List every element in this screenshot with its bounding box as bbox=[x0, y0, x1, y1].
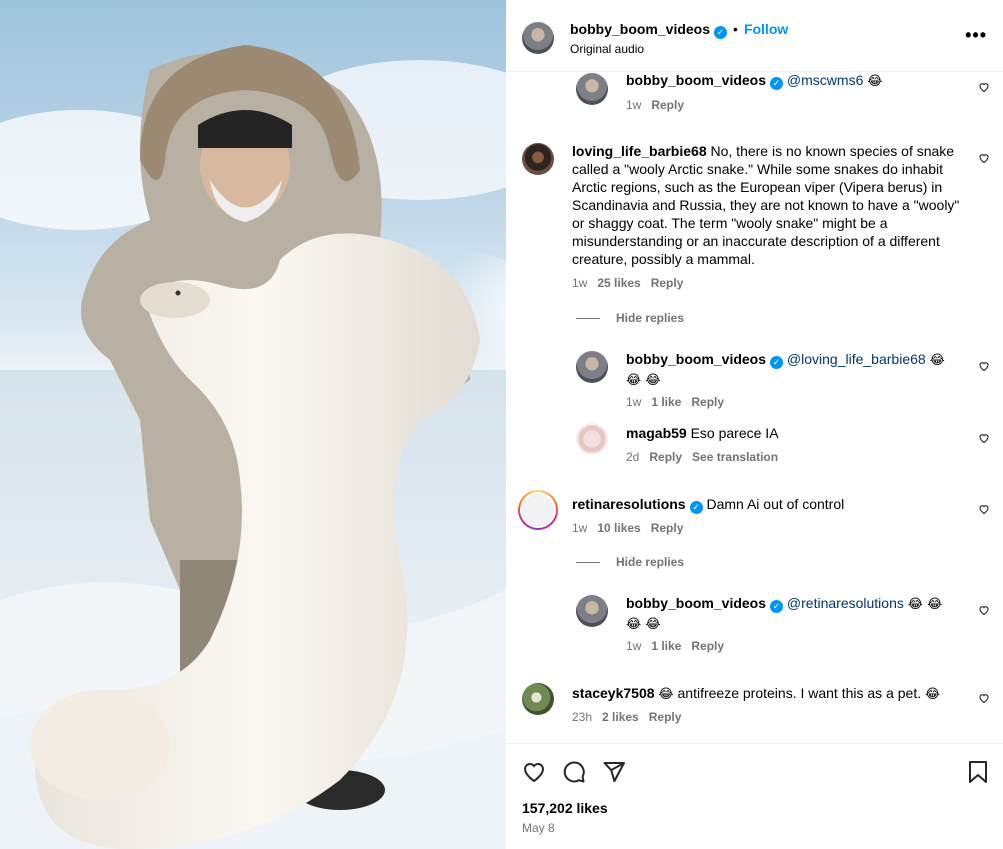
post-footer: 157,202 likes May 8 bbox=[506, 743, 1003, 849]
comment-username[interactable]: magab59 bbox=[626, 425, 687, 441]
share-icon[interactable] bbox=[602, 760, 626, 784]
comment-username[interactable]: bobby_boom_videos bbox=[626, 351, 766, 367]
reply-button[interactable]: Reply bbox=[651, 276, 684, 290]
comment-time[interactable]: 1w bbox=[572, 521, 587, 535]
hide-replies-line bbox=[576, 318, 600, 320]
hide-replies-label[interactable]: Hide replies bbox=[616, 555, 684, 569]
post-likes-count[interactable]: 157,202 likes bbox=[522, 800, 608, 816]
commenter-avatar[interactable] bbox=[576, 423, 608, 455]
comment-text: Damn Ai out of control bbox=[706, 496, 845, 512]
verified-badge-icon: ✓ bbox=[689, 501, 703, 514]
comment-text: No, there is no known species of snake c… bbox=[572, 143, 960, 267]
comment-username[interactable]: retinaresolutions bbox=[572, 496, 686, 512]
commenter-avatar-story-ring[interactable] bbox=[518, 490, 558, 530]
hide-replies-button[interactable]: Hide replies bbox=[576, 311, 684, 325]
reply-button[interactable]: Reply bbox=[691, 395, 724, 409]
comment-likes-count[interactable]: 2 likes bbox=[602, 710, 639, 724]
comment-username[interactable]: staceyk7508 bbox=[572, 685, 655, 701]
hide-replies-button[interactable]: Hide replies bbox=[576, 555, 684, 569]
like-comment-heart-icon[interactable] bbox=[978, 604, 990, 616]
comment-time[interactable]: 1w bbox=[626, 98, 641, 112]
follow-button[interactable]: Follow bbox=[744, 21, 788, 37]
commenter-avatar[interactable] bbox=[576, 73, 608, 105]
like-comment-heart-icon[interactable] bbox=[978, 432, 990, 444]
like-comment-heart-icon[interactable] bbox=[978, 692, 990, 704]
commenter-avatar[interactable] bbox=[576, 351, 608, 383]
like-comment-heart-icon[interactable] bbox=[978, 360, 990, 372]
audio-label[interactable]: Original audio bbox=[570, 42, 644, 56]
comment-text: antifreeze proteins. I want this as a pe… bbox=[677, 685, 922, 701]
like-comment-heart-icon[interactable] bbox=[978, 81, 990, 93]
author-avatar[interactable] bbox=[522, 22, 554, 54]
comment-time[interactable]: 2d bbox=[626, 450, 639, 464]
comment-likes-count[interactable]: 1 like bbox=[651, 395, 681, 409]
comment-mention[interactable]: @loving_life_barbie68 bbox=[787, 351, 926, 367]
comment-mention[interactable]: @mscwms6 bbox=[787, 73, 863, 88]
verified-badge-icon: ✓ bbox=[770, 600, 784, 613]
comment-text: Eso parece IA bbox=[690, 425, 779, 441]
comment-username[interactable]: bobby_boom_videos bbox=[626, 595, 766, 611]
like-comment-heart-icon[interactable] bbox=[978, 503, 990, 515]
author-line: bobby_boom_videos ✓ • Follow bbox=[570, 21, 788, 39]
comment-username[interactable]: bobby_boom_videos bbox=[626, 73, 766, 88]
verified-badge-icon: ✓ bbox=[714, 26, 728, 39]
reply-button[interactable]: Reply bbox=[651, 521, 684, 535]
laughing-emoji-icon: 😂 bbox=[867, 74, 883, 89]
comment-time[interactable]: 1w bbox=[626, 395, 641, 409]
author-username[interactable]: bobby_boom_videos bbox=[570, 21, 710, 37]
save-bookmark-icon[interactable] bbox=[967, 760, 989, 784]
verified-badge-icon: ✓ bbox=[770, 77, 784, 90]
comment-icon[interactable] bbox=[562, 760, 586, 784]
laughing-emoji-icon: 😂 bbox=[658, 687, 674, 702]
separator-dot: • bbox=[733, 21, 738, 37]
comment-time[interactable]: 1w bbox=[572, 276, 587, 290]
hide-replies-line bbox=[576, 562, 600, 564]
post-image bbox=[0, 45, 506, 849]
comment-time[interactable]: 23h bbox=[572, 710, 592, 724]
comment-time[interactable]: 1w bbox=[626, 639, 641, 653]
post-date[interactable]: May 8 bbox=[522, 821, 555, 835]
comments-list[interactable]: bobby_boom_videos ✓ @mscwms6 😂 1w Reply lo… bbox=[506, 73, 1003, 743]
like-comment-heart-icon[interactable] bbox=[978, 152, 990, 164]
reply-button[interactable]: Reply bbox=[651, 98, 684, 112]
like-heart-icon[interactable] bbox=[522, 760, 546, 784]
see-translation-button[interactable]: See translation bbox=[692, 450, 778, 464]
commenter-avatar[interactable] bbox=[522, 683, 554, 715]
commenter-avatar[interactable] bbox=[522, 143, 554, 175]
post-side-panel: bobby_boom_videos ✓ • Follow Original audio… bbox=[506, 0, 1003, 849]
commenter-avatar[interactable] bbox=[576, 595, 608, 627]
hide-replies-label[interactable]: Hide replies bbox=[616, 311, 684, 325]
comment-likes-count[interactable]: 10 likes bbox=[597, 521, 640, 535]
reply-button[interactable]: Reply bbox=[649, 710, 682, 724]
post-header: bobby_boom_videos ✓ • Follow Original audio… bbox=[506, 0, 1003, 72]
comment-likes-count[interactable]: 1 like bbox=[651, 639, 681, 653]
reply-button[interactable]: Reply bbox=[691, 639, 724, 653]
verified-badge-icon: ✓ bbox=[770, 356, 784, 369]
laughing-emoji-icon: 😂 bbox=[924, 687, 941, 702]
post-media[interactable] bbox=[0, 0, 506, 849]
more-options-icon[interactable]: ••• bbox=[965, 26, 987, 44]
comment-username[interactable]: loving_life_barbie68 bbox=[572, 143, 707, 159]
reply-button[interactable]: Reply bbox=[649, 450, 682, 464]
comment-likes-count[interactable]: 25 likes bbox=[597, 276, 640, 290]
comment-mention[interactable]: @retinaresolutions bbox=[787, 595, 904, 611]
